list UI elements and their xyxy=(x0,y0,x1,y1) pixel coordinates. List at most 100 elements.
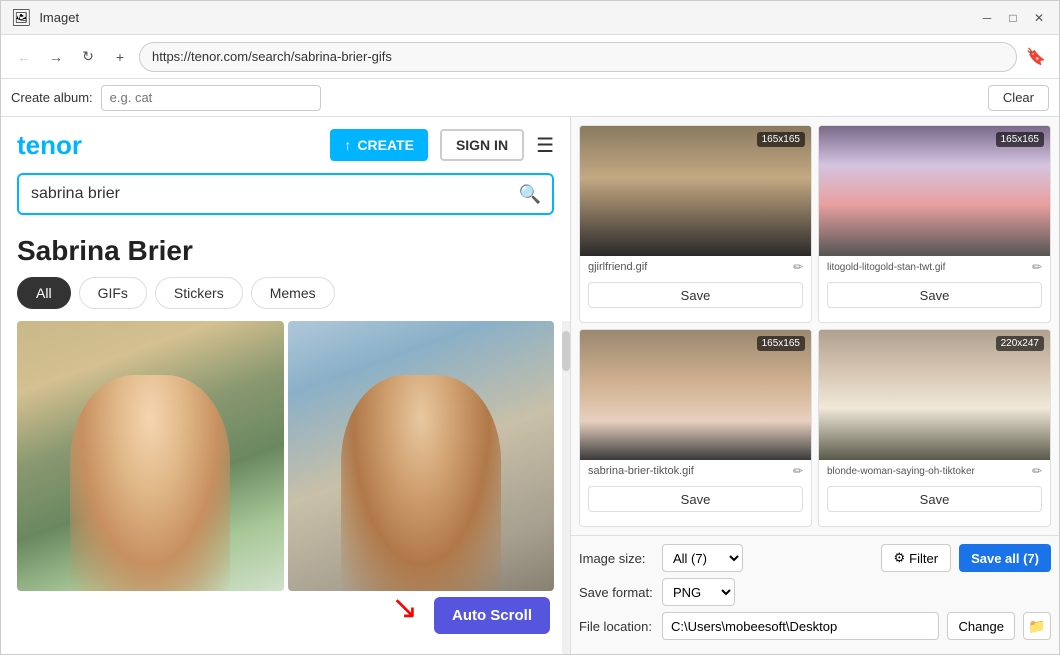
window-controls: ─ □ ✕ xyxy=(977,8,1049,28)
person-overlay xyxy=(70,375,230,591)
image-card-thumb: 165x165 xyxy=(819,126,1050,256)
filename-row: sabrina-brier-tiktok.gif ✏ xyxy=(588,464,803,478)
refresh-button[interactable]: ↻ xyxy=(75,44,101,70)
search-bar: 🔍 xyxy=(17,173,554,215)
bookmark-icon[interactable]: 🔖 xyxy=(1023,44,1049,70)
image-size-select[interactable]: All (7) Small Medium Large xyxy=(662,544,743,572)
filter-button[interactable]: ⚙ Filter xyxy=(881,544,952,572)
maximize-button[interactable]: □ xyxy=(1003,8,1023,28)
filename-text: blonde-woman-saying-oh-tiktoker xyxy=(827,466,975,477)
save-button[interactable]: Save xyxy=(827,486,1042,512)
gif-image xyxy=(17,321,284,591)
save-format-select[interactable]: PNG JPG GIF WEBP xyxy=(662,578,735,606)
image-card: 220x247 blonde-woman-saying-oh-tiktoker … xyxy=(818,329,1051,527)
filename-row: gjirlfriend.gif ✏ xyxy=(588,260,803,274)
filename-row: litogold-litogold-stan-twt.gif ✏ xyxy=(827,260,1042,274)
filename-text: gjirlfriend.gif xyxy=(588,261,647,273)
image-card-thumb: 165x165 xyxy=(580,126,811,256)
save-format-label: Save format: xyxy=(579,585,654,600)
image-card-info: sabrina-brier-tiktok.gif ✏ xyxy=(580,460,811,482)
bottom-controls: Image size: All (7) Small Medium Large ⚙… xyxy=(571,535,1059,654)
new-tab-button[interactable]: + xyxy=(107,44,133,70)
edit-icon[interactable]: ✏ xyxy=(1032,260,1042,274)
edit-icon[interactable]: ✏ xyxy=(793,260,803,274)
search-input[interactable] xyxy=(19,175,508,213)
filename-row: blonde-woman-saying-oh-tiktoker ✏ xyxy=(827,464,1042,478)
size-badge: 220x247 xyxy=(996,336,1044,351)
scroll-bar[interactable] xyxy=(562,321,570,654)
image-card: 165x165 sabrina-brier-tiktok.gif ✏ Save xyxy=(579,329,812,527)
clear-button[interactable]: Clear xyxy=(988,85,1049,111)
image-card: 165x165 gjirlfriend.gif ✏ Save xyxy=(579,125,812,323)
person-overlay xyxy=(341,375,501,591)
close-button[interactable]: ✕ xyxy=(1029,8,1049,28)
save-all-button[interactable]: Save all (7) xyxy=(959,544,1051,572)
page-title: Sabrina Brier xyxy=(1,227,570,277)
gif-image xyxy=(288,321,555,591)
image-grid: 165x165 gjirlfriend.gif ✏ Save xyxy=(571,117,1059,535)
upload-icon: ↑ xyxy=(344,137,351,153)
gif-grid xyxy=(1,321,570,591)
image-size-row: Image size: All (7) Small Medium Large ⚙… xyxy=(579,544,1051,572)
image-card-thumb: 165x165 xyxy=(580,330,811,460)
size-badge: 165x165 xyxy=(757,336,805,351)
menu-button[interactable]: ☰ xyxy=(536,133,554,158)
tab-memes[interactable]: Memes xyxy=(251,277,335,309)
edit-icon[interactable]: ✏ xyxy=(1032,464,1042,478)
minimize-button[interactable]: ─ xyxy=(977,8,997,28)
filter-icon: ⚙ xyxy=(894,550,906,566)
tab-all[interactable]: All xyxy=(17,277,71,309)
filename-text: litogold-litogold-stan-twt.gif xyxy=(827,262,945,273)
main-content: tenor ↑ CREATE SIGN IN ☰ 🔍 Sabrina Brier… xyxy=(1,117,1059,654)
edit-icon[interactable]: ✏ xyxy=(793,464,803,478)
image-card-info: litogold-litogold-stan-twt.gif ✏ xyxy=(819,256,1050,278)
save-button[interactable]: Save xyxy=(588,486,803,512)
save-row: Save xyxy=(580,482,811,518)
size-badge: 165x165 xyxy=(996,132,1044,147)
album-input[interactable] xyxy=(101,85,321,111)
save-button[interactable]: Save xyxy=(588,282,803,308)
tab-gifs[interactable]: GIFs xyxy=(79,277,147,309)
title-bar: 🖼 Imaget ─ □ ✕ xyxy=(1,1,1059,35)
save-row: Save xyxy=(580,278,811,314)
file-location-label: File location: xyxy=(579,619,654,634)
image-card: 165x165 litogold-litogold-stan-twt.gif ✏… xyxy=(818,125,1051,323)
tenor-logo: tenor xyxy=(17,130,82,161)
image-card-info: blonde-woman-saying-oh-tiktoker ✏ xyxy=(819,460,1050,482)
forward-button[interactable]: → xyxy=(43,44,69,70)
tenor-header: tenor ↑ CREATE SIGN IN ☰ xyxy=(1,117,570,173)
scroll-thumb[interactable] xyxy=(562,331,570,371)
signin-button[interactable]: SIGN IN xyxy=(440,129,524,161)
address-input[interactable] xyxy=(139,42,1017,72)
back-button[interactable]: ← xyxy=(11,44,37,70)
file-location-row: File location: Change 📁 xyxy=(579,612,1051,640)
create-button[interactable]: ↑ CREATE xyxy=(330,129,428,161)
save-button[interactable]: Save xyxy=(827,282,1042,308)
filename-text: sabrina-brier-tiktok.gif xyxy=(588,465,694,477)
change-button[interactable]: Change xyxy=(947,612,1015,640)
address-bar: ← → ↻ + 🔖 xyxy=(1,35,1059,79)
image-card-info: gjirlfriend.gif ✏ xyxy=(580,256,811,278)
gif-item[interactable] xyxy=(288,321,555,591)
image-size-label: Image size: xyxy=(579,551,654,566)
filter-tabs: All GIFs Stickers Memes xyxy=(1,277,570,321)
search-button[interactable]: 🔍 xyxy=(508,175,552,213)
tab-stickers[interactable]: Stickers xyxy=(155,277,243,309)
save-format-row: Save format: PNG JPG GIF WEBP xyxy=(579,578,1051,606)
create-album-label: Create album: xyxy=(11,90,93,105)
file-location-input[interactable] xyxy=(662,612,939,640)
save-row: Save xyxy=(819,482,1050,518)
save-row: Save xyxy=(819,278,1050,314)
auto-scroll-button[interactable]: Auto Scroll xyxy=(434,597,550,634)
browser-panel: tenor ↑ CREATE SIGN IN ☰ 🔍 Sabrina Brier… xyxy=(1,117,571,654)
plugin-bar: Create album: Clear xyxy=(1,79,1059,117)
gif-item[interactable] xyxy=(17,321,284,591)
plugin-panel: 165x165 gjirlfriend.gif ✏ Save xyxy=(571,117,1059,654)
app-title: Imaget xyxy=(39,10,79,25)
folder-icon: 📁 xyxy=(1028,618,1045,635)
size-badge: 165x165 xyxy=(757,132,805,147)
app-icon: 🖼 xyxy=(11,8,31,28)
scroll-arrow-indicator: ↘ xyxy=(391,588,418,626)
folder-button[interactable]: 📁 xyxy=(1023,612,1051,640)
image-card-thumb: 220x247 xyxy=(819,330,1050,460)
